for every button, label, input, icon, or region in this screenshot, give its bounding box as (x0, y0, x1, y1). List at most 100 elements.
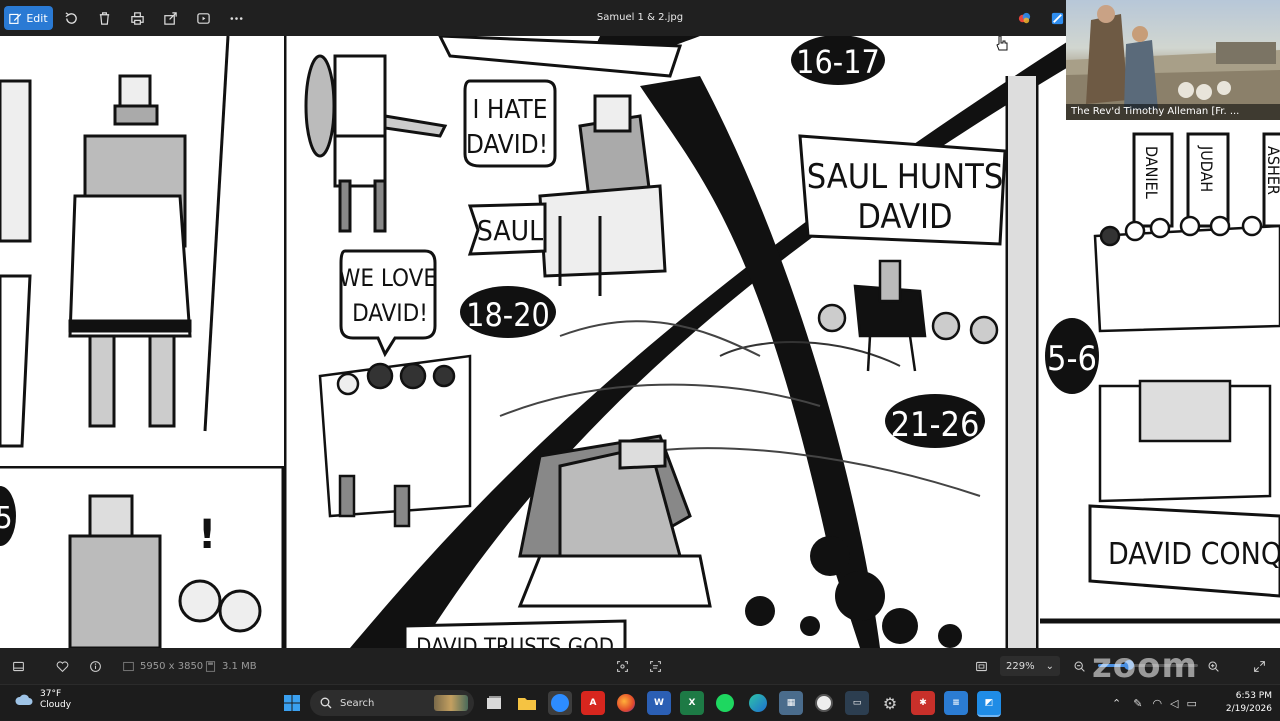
flag-asher: ASHER (1264, 146, 1280, 195)
excel-button[interactable]: X (680, 691, 704, 715)
filmstrip-button[interactable] (12, 648, 25, 684)
bubble-love-line2: DAVID! (352, 299, 428, 327)
start-button[interactable] (280, 691, 304, 715)
banner-david-trusts-god: DAVID TRUSTS GOD (403, 619, 627, 648)
word-icon: W (654, 698, 664, 708)
file-explorer-button[interactable] (515, 691, 539, 715)
notepad-icon: ≡ (952, 698, 960, 708)
zoom-in-button[interactable] (1207, 648, 1220, 684)
remote-desktop-button[interactable]: ▭ (845, 691, 869, 715)
expand-icon (1254, 660, 1265, 672)
file-info-button[interactable] (89, 648, 102, 684)
file-size: 3.1 MB (204, 648, 257, 684)
badge-21-26: 21-26 (885, 394, 985, 448)
bubble-love-line1: WE LOVE (339, 264, 437, 292)
app-icon: ✱ (919, 698, 927, 708)
spotify-button[interactable] (713, 691, 737, 715)
photos-icon: ◩ (984, 698, 994, 708)
flag-daniel: DANIEL (1142, 146, 1161, 199)
heart-icon (56, 660, 69, 672)
rotate-icon (65, 11, 77, 24)
favorite-button[interactable] (56, 648, 69, 684)
zoom-app-icon (551, 694, 569, 712)
acrobat-icon: A (589, 698, 597, 708)
edit-button[interactable]: Edit (4, 6, 53, 30)
copilot-icon (1018, 12, 1030, 23)
text-scan-icon (650, 660, 661, 672)
word-button[interactable]: W (647, 691, 671, 715)
badge-5-6: 5-6 (1045, 318, 1099, 394)
calculator-button[interactable]: ▦ (779, 691, 803, 715)
more-options-button[interactable] (223, 6, 249, 30)
gear-icon: ⚙ (882, 693, 898, 713)
firefox-button[interactable] (614, 691, 638, 715)
clock-date: 2/19/2026 (1225, 704, 1272, 714)
weather-widget[interactable]: 37°F Cloudy (14, 689, 71, 711)
share-icon (163, 11, 177, 25)
fullscreen-button[interactable] (1253, 648, 1266, 684)
spotify-icon (716, 694, 734, 712)
system-tray: ⌃ ✎ ◠ ◁ ▭ (1112, 685, 1197, 721)
acrobat-button[interactable]: A (581, 691, 605, 715)
bubble-hate-line2: DAVID! (466, 130, 548, 160)
excel-icon: X (688, 698, 696, 708)
image-canvas[interactable]: ! I HATE DAVID! SAUL WE LOVE DAVID! 16-1… (0, 36, 1280, 648)
monitor-icon: ▭ (852, 698, 862, 708)
image-dimensions: 5950 x 3850 (122, 648, 203, 684)
banner-hunts-line1: SAUL HUNTS (807, 157, 1004, 197)
windows-logo-icon (284, 695, 300, 711)
trash-icon (99, 11, 109, 25)
badge-5-6-text: 5-6 (1047, 339, 1097, 379)
zoom-watermark: zoom (1092, 646, 1198, 686)
tribe-flags: DANIEL JUDAH ASHER (1132, 132, 1280, 228)
image-size-icon (123, 661, 134, 671)
weather-condition: Cloudy (40, 700, 72, 710)
badge-18-20: 18-20 (460, 286, 556, 338)
zoom-out-button[interactable] (1073, 648, 1086, 684)
clock-app-button[interactable] (812, 691, 836, 715)
taskbar-clock[interactable]: 6:53 PM 2/19/2026 (1222, 690, 1272, 716)
edge-icon (749, 694, 767, 712)
chevron-up-icon[interactable]: ⌃ (1112, 697, 1121, 710)
volume-icon[interactable]: ◁ (1170, 697, 1178, 710)
participant-video[interactable]: The Rev'd Timothy Alleman [Fr. ... (1066, 0, 1280, 120)
badge-21-26-text: 21-26 (891, 405, 980, 445)
text-extract-button[interactable] (649, 648, 662, 684)
photos-app-button[interactable]: ◩ (977, 691, 1001, 717)
file-title: Samuel 1 & 2.jpg (596, 12, 684, 23)
search-icon (320, 697, 332, 709)
wifi-icon[interactable]: ◠ (1152, 697, 1162, 710)
print-button[interactable] (124, 6, 150, 30)
zoom-app-button[interactable] (548, 691, 572, 715)
zoom-level-dropdown[interactable]: 229% ⌄ (1000, 656, 1060, 676)
filesize-text: 3.1 MB (222, 660, 257, 672)
speech-bubble-love: WE LOVE DAVID! (339, 249, 437, 358)
banner-david-conquers: DAVID CONQUERS: (1088, 504, 1280, 598)
task-view-icon (487, 696, 501, 709)
red-app-button[interactable]: ✱ (911, 691, 935, 715)
participant-name: The Rev'd Timothy Alleman [Fr. ... (1066, 104, 1280, 120)
rotate-button[interactable] (58, 6, 84, 30)
edit-label: Edit (26, 11, 48, 25)
task-view-button[interactable] (482, 691, 506, 715)
weather-temperature: 37°F (40, 689, 62, 699)
delete-button[interactable] (91, 6, 117, 30)
slideshow-button[interactable] (190, 6, 216, 30)
fit-window-button[interactable] (975, 648, 988, 684)
pen-icon[interactable]: ✎ (1133, 697, 1142, 710)
edge-button[interactable] (746, 691, 770, 715)
banner-saul-hunts-david: SAUL HUNTS DAVID (798, 134, 1007, 246)
participant-video-feed (1066, 5, 1280, 120)
select-area-button[interactable] (616, 648, 629, 684)
windows-taskbar: 37°F Cloudy Search A W X ▦ ▭ ⚙ ✱ ≡ ◩ ⌃ ✎… (0, 684, 1280, 720)
notepad-button[interactable]: ≡ (944, 691, 968, 715)
taskbar-search[interactable]: Search (310, 690, 474, 716)
folder-icon (518, 698, 536, 710)
battery-icon[interactable]: ▭ (1187, 697, 1197, 710)
hand-cursor-icon (996, 36, 1008, 51)
copilot-button[interactable] (1011, 6, 1037, 30)
settings-button[interactable]: ⚙ (878, 691, 902, 715)
flag-judah: JUDAH (1197, 145, 1216, 192)
badge-left-5: 5 (0, 486, 16, 546)
share-button[interactable] (157, 6, 183, 30)
